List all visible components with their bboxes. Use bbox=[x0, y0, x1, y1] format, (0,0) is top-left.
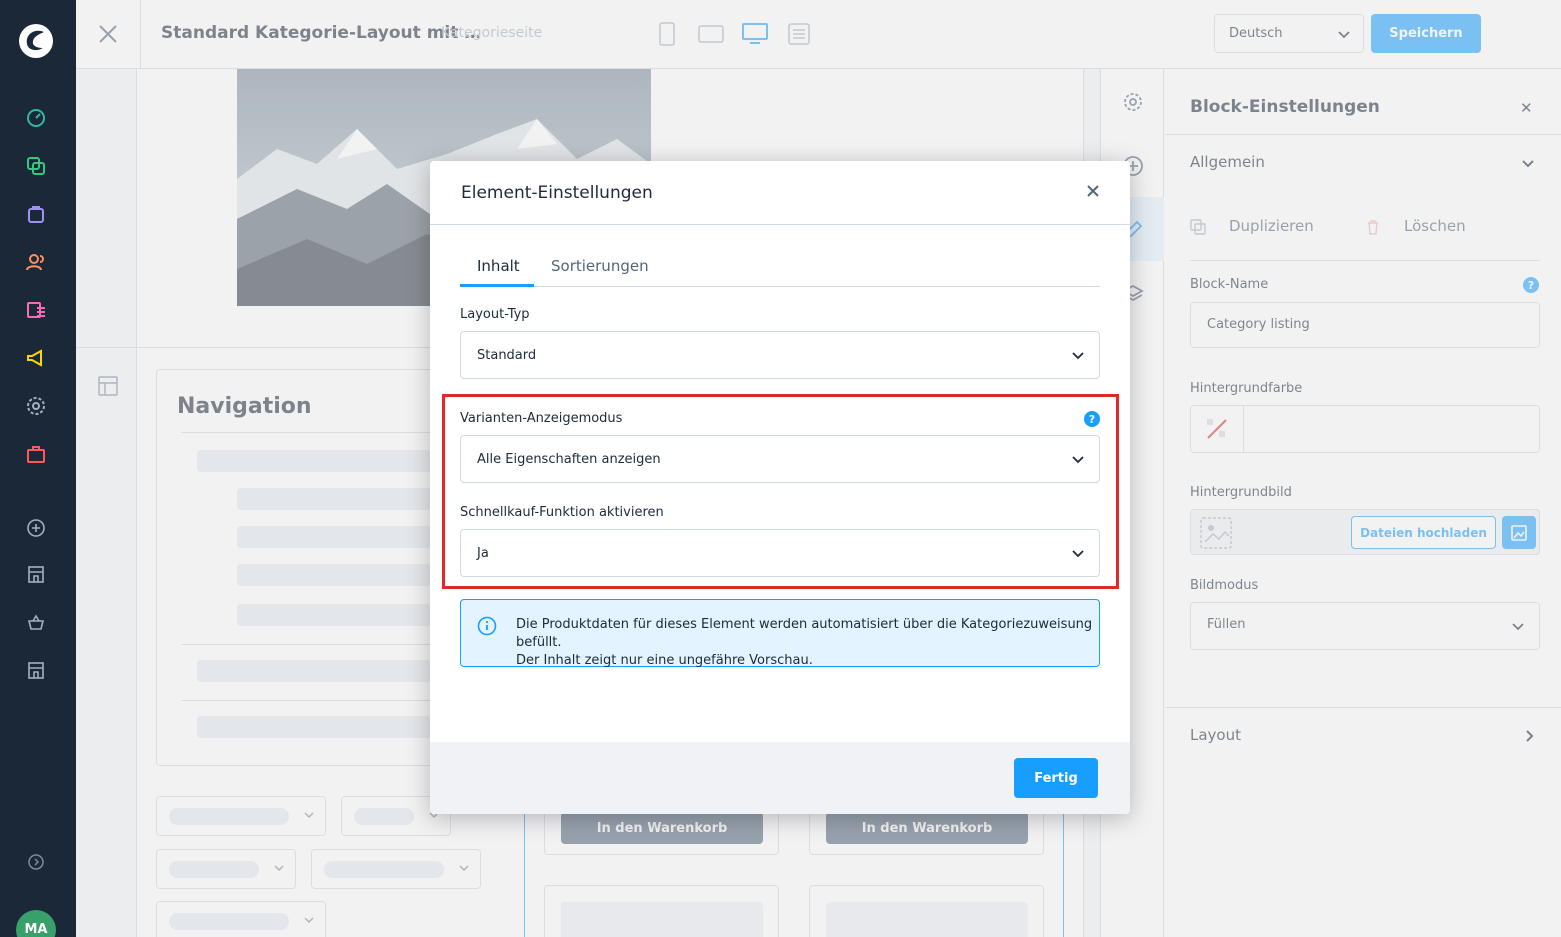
modal-close-button[interactable] bbox=[1083, 181, 1103, 201]
settings-icon[interactable] bbox=[24, 394, 48, 418]
marketing-icon[interactable] bbox=[24, 346, 48, 370]
orders-icon[interactable] bbox=[24, 202, 48, 226]
chevron-down-icon bbox=[1072, 352, 1084, 360]
info-line-1: Die Produktdaten für dieses Element werd… bbox=[516, 617, 1093, 650]
layout-type-select[interactable]: Standard bbox=[460, 331, 1100, 379]
extensions-icon[interactable] bbox=[24, 442, 48, 466]
quickbuy-select[interactable]: Ja bbox=[460, 529, 1100, 577]
active-tab-indicator bbox=[460, 284, 534, 287]
variant-mode-select[interactable]: Alle Eigenschaften anzeigen bbox=[460, 435, 1100, 483]
chevron-down-icon bbox=[1072, 550, 1084, 558]
avatar[interactable]: MA bbox=[16, 910, 56, 937]
content-icon[interactable] bbox=[24, 298, 48, 322]
done-button[interactable]: Fertig bbox=[1014, 758, 1098, 798]
modal-title: Element-Einstellungen bbox=[461, 183, 653, 203]
chevron-down-icon bbox=[1072, 456, 1084, 464]
dashboard-icon[interactable] bbox=[24, 106, 48, 130]
quickbuy-value: Ja bbox=[477, 546, 489, 561]
storefront-icon[interactable] bbox=[24, 562, 48, 586]
modal-footer: Fertig bbox=[430, 742, 1130, 814]
variant-mode-value: Alle Eigenschaften anzeigen bbox=[477, 452, 661, 467]
layout-type-value: Standard bbox=[477, 348, 537, 363]
info-text: Die Produktdaten für dieses Element werd… bbox=[516, 616, 1099, 670]
quickbuy-label: Schnellkauf-Funktion aktivieren bbox=[460, 505, 664, 520]
storefront-2-icon[interactable] bbox=[24, 658, 48, 682]
tab-sortierungen[interactable]: Sortierungen bbox=[551, 257, 649, 275]
info-alert: Die Produktdaten für dieses Element werd… bbox=[460, 599, 1100, 670]
info-line-2: Der Inhalt zeigt nur eine ungefähre Vors… bbox=[516, 653, 813, 668]
shopware-logo-icon[interactable] bbox=[17, 22, 55, 60]
help-icon[interactable]: ? bbox=[1084, 411, 1100, 427]
element-settings-modal: Element-Einstellungen Inhalt Sortierunge… bbox=[430, 161, 1130, 814]
add-sales-channel-icon[interactable] bbox=[24, 516, 48, 540]
collapse-sidebar-icon[interactable] bbox=[24, 850, 48, 874]
headless-icon[interactable] bbox=[24, 610, 48, 634]
customers-icon[interactable] bbox=[24, 250, 48, 274]
tab-inhalt[interactable]: Inhalt bbox=[477, 257, 520, 275]
modal-tabs: Inhalt Sortierungen bbox=[460, 251, 1100, 287]
catalogue-icon[interactable] bbox=[24, 154, 48, 178]
modal-header: Element-Einstellungen bbox=[430, 161, 1130, 225]
layout-type-label: Layout-Typ bbox=[460, 307, 530, 322]
admin-sidebar: MA bbox=[0, 0, 76, 937]
info-icon bbox=[477, 616, 497, 636]
close-icon bbox=[1087, 185, 1099, 197]
variant-mode-label: Varianten-Anzeigemodus bbox=[460, 411, 623, 426]
